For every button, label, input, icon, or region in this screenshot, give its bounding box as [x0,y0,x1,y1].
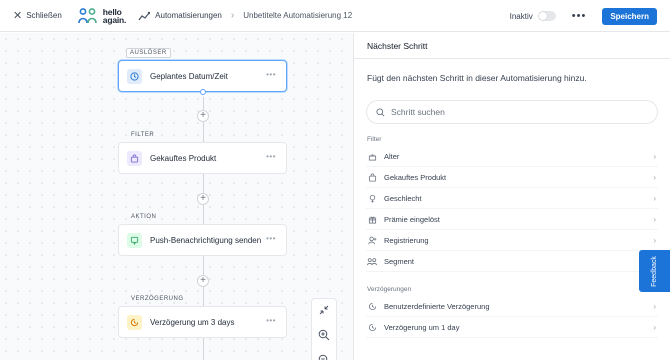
chevron-right-icon: › [653,193,656,203]
delay-icon [366,302,378,311]
node-output-handle[interactable] [200,89,206,95]
close-icon: ✕ [13,10,23,22]
list-item[interactable]: Gekauftes Produkt › [366,167,658,188]
node-tag: AUSLÖSER [126,48,171,58]
node-menu-icon[interactable]: ••• [266,152,276,161]
feedback-label: Feedback [651,255,658,287]
search-placeholder: Schritt suchen [391,107,445,117]
chevron-right-icon: › [230,10,235,21]
list-item[interactable]: Segment › [366,251,658,272]
workflow-node-filter[interactable]: Gekauftes Produkt ••• [118,142,287,174]
workflow-canvas[interactable]: AUSLÖSER Geplantes Datum/Zeit ••• + FILT… [0,33,353,360]
node-label: Gekauftes Produkt [150,153,217,163]
node-menu-icon[interactable]: ••• [266,316,276,325]
node-menu-icon[interactable]: ••• [266,234,276,243]
breadcrumb-automations-link[interactable]: Automatisierungen [155,11,222,20]
list-item[interactable]: Benutzerdefinierte Verzögerung › [366,296,658,317]
automation-icon [138,11,151,20]
logo-mark-icon [77,7,97,23]
node-label: Verzögerung um 3 days [150,317,235,327]
panel-title: Nächster Schritt [354,33,670,59]
list-item[interactable]: Prämie eingelöst › [366,209,658,230]
workflow-node-delay[interactable]: Verzögerung um 3 days ••• [118,306,287,338]
list-item[interactable]: Registrierung › [366,230,658,251]
workflow-node-action[interactable]: Push-Benachrichtigung senden ••• [118,224,287,256]
zoom-in-icon[interactable] [318,328,330,346]
chevron-right-icon: › [653,322,656,332]
filter-list: Alter › Gekauftes Produkt › Geschlecht ›… [366,146,658,272]
feedback-tab[interactable]: Feedback [639,250,670,292]
node-label: Geplantes Datum/Zeit [150,71,228,81]
node-label: Push-Benachrichtigung senden [150,235,262,245]
next-step-panel: Nächster Schritt Fügt den nächsten Schri… [353,33,670,360]
node-menu-icon[interactable]: ••• [266,70,276,79]
more-options-icon[interactable]: ••• [572,10,587,22]
clock-icon [127,68,142,84]
active-toggle[interactable] [537,11,556,21]
node-tag: VERZÖGERUNG [131,296,184,302]
logo: hello again. [77,6,127,25]
chevron-right-icon: › [653,235,656,245]
add-step-button[interactable]: + [197,193,209,205]
list-item[interactable]: Geschlecht › [366,188,658,209]
zoom-controls [311,298,337,360]
add-step-button[interactable]: + [197,275,209,287]
automation-title[interactable]: Unbetitelte Automatisierung 12 [243,11,352,20]
node-tag: AKTION [131,214,157,220]
chevron-right-icon: › [653,151,656,161]
add-step-button[interactable]: + [197,110,209,122]
age-icon [366,152,378,161]
zoom-out-icon[interactable] [318,353,330,360]
node-tag: FILTER [131,132,155,138]
shopping-bag-icon [127,150,142,166]
logo-text: hello again. [102,6,127,25]
gender-icon [366,194,378,203]
top-bar: ✕ Schließen hello again. Automatisierung… [0,0,670,32]
shopping-bag-icon [366,173,378,182]
search-icon [376,107,385,116]
delay-icon [127,314,142,330]
close-button[interactable]: ✕ Schließen [13,9,62,22]
delay-icon [366,323,378,332]
chevron-right-icon: › [653,214,656,224]
chevron-right-icon: › [653,172,656,182]
segment-icon [366,257,378,266]
workflow-node-trigger[interactable]: Geplantes Datum/Zeit ••• [118,60,287,92]
gift-icon [366,215,378,224]
list-item[interactable]: Verzögerung um 1 day › [366,317,658,338]
fit-view-icon[interactable] [318,303,330,321]
section-heading-filter: Filter [367,136,382,143]
list-item[interactable]: Alter › [366,146,658,167]
section-heading-delays: Verzögerungen [367,286,412,293]
user-plus-icon [366,236,378,245]
push-notification-icon [127,232,142,248]
save-button[interactable]: Speichern [602,7,657,25]
close-label: Schließen [26,11,62,20]
breadcrumb: Automatisierungen › Unbetitelte Automati… [138,10,352,21]
delay-list: Benutzerdefinierte Verzögerung › Verzöge… [366,296,658,338]
step-search-input[interactable]: Schritt suchen [366,100,658,124]
chevron-right-icon: › [653,301,656,311]
status-label: Inaktiv [509,11,533,21]
panel-description: Fügt den nächsten Schritt in dieser Auto… [367,73,587,83]
